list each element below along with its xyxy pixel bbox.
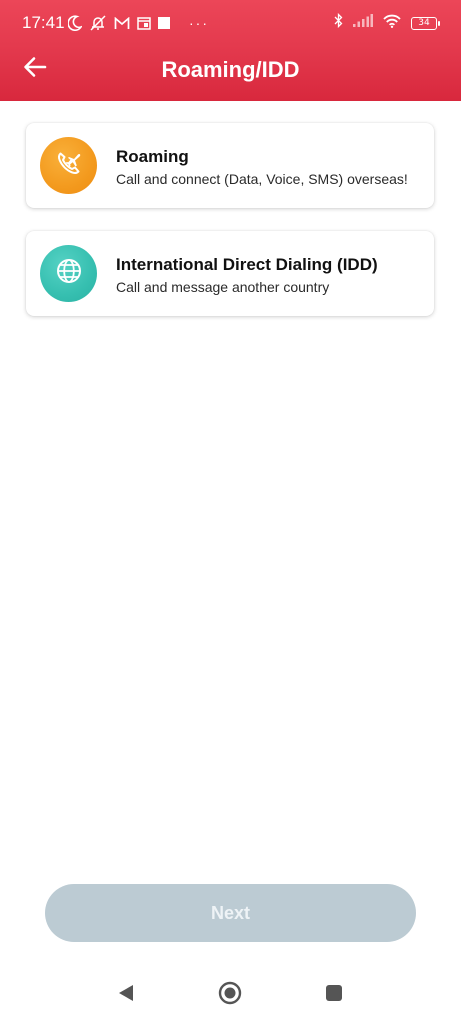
idd-option-card[interactable]: International Direct Dialing (IDD) Call … (26, 231, 434, 316)
header: 17:41 ··· 34 Roaming/IDD (0, 0, 461, 101)
wifi-icon (383, 14, 401, 33)
next-button[interactable]: Next (45, 884, 416, 942)
status-icons-left: ··· (68, 12, 209, 34)
nav-home-button[interactable] (218, 981, 242, 1010)
roaming-option-card[interactable]: Roaming Call and connect (Data, Voice, S… (26, 123, 434, 208)
phone-airplane-icon (54, 148, 84, 183)
battery-level: 34 (418, 17, 430, 28)
moon-icon (68, 15, 82, 31)
back-button[interactable] (20, 54, 50, 84)
screen: 17:41 ··· 34 Roaming/IDD Roaming Call an… (0, 0, 461, 1024)
square-icon (158, 17, 170, 29)
system-nav-bar (0, 966, 461, 1024)
status-icons-right: 34 (334, 12, 440, 34)
globe-icon (54, 256, 84, 291)
more-dots-icon: ··· (189, 15, 209, 31)
roaming-icon-badge (40, 137, 97, 194)
arrow-left-icon (23, 56, 47, 83)
bluetooth-icon (334, 12, 343, 33)
roaming-subtitle: Call and connect (Data, Voice, SMS) over… (116, 171, 408, 187)
nav-recents-icon (325, 984, 343, 1007)
idd-title: International Direct Dialing (IDD) (116, 255, 378, 274)
idd-icon-badge (40, 245, 97, 302)
nav-back-icon (117, 983, 135, 1008)
nav-back-button[interactable] (114, 983, 138, 1007)
page-title: Roaming/IDD (161, 57, 300, 82)
status-time: 17:41 (22, 13, 65, 32)
nav-home-icon (218, 981, 242, 1010)
signal-icon (353, 14, 373, 32)
gmail-icon (114, 16, 130, 30)
nav-recents-button[interactable] (322, 983, 346, 1007)
idd-subtitle: Call and message another country (116, 279, 330, 295)
roaming-title: Roaming (116, 147, 189, 166)
notification-off-icon (89, 15, 107, 31)
battery-icon: 34 (411, 16, 440, 30)
status-bar: 17:41 ··· 34 (0, 0, 461, 44)
calendar-icon (137, 16, 151, 30)
